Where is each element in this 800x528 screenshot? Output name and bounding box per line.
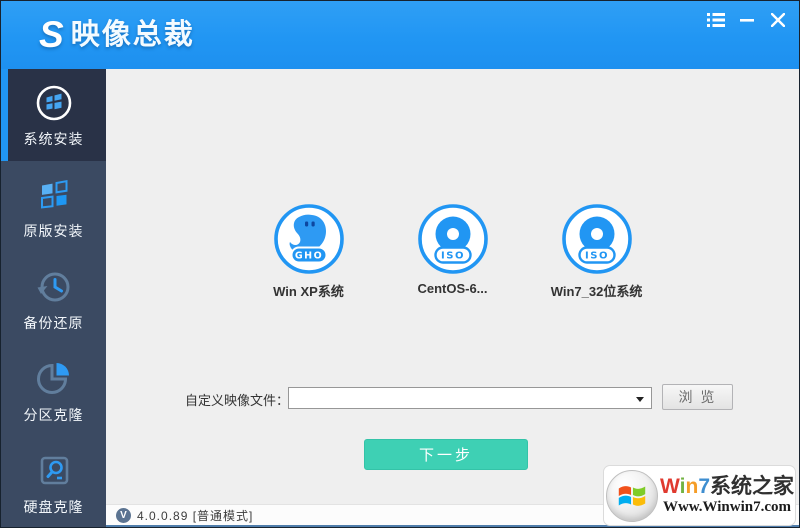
backup-restore-icon (34, 266, 74, 308)
watermark-letter: 7 (698, 475, 710, 498)
watermark-text-block: Win7系统之家 Www.Winwin7.com (660, 475, 794, 516)
winwin7-watermark: Win7系统之家 Www.Winwin7.com (603, 465, 796, 526)
sidebar-item-disk-clone[interactable]: 硬盘克隆 (1, 437, 106, 527)
sidebar-item-label: 系统安装 (23, 131, 84, 147)
disk-clone-icon (34, 450, 74, 492)
iso-badge: ISO (441, 251, 465, 262)
menu-icon[interactable] (705, 10, 727, 30)
sidebar-item-backup-restore[interactable]: 备份还原 (1, 253, 106, 345)
chevron-down-icon[interactable] (636, 397, 644, 402)
custom-image-label: 自定义映像文件： (185, 393, 290, 408)
sidebar-nav: 系统安装 原版安装 备份还原 分区克隆 硬盘克隆 (1, 69, 106, 527)
image-path-combobox[interactable] (288, 387, 652, 409)
title-bar[interactable]: S 映像总裁 (1, 1, 799, 69)
image-file-list: GHO Win XP系统 ISO CentOS-6... ISO Win7_32… (106, 202, 799, 300)
iso-file-icon: ISO (561, 204, 632, 274)
watermark-url: Www.Winwin7.com (662, 499, 792, 515)
version-badge-icon: V (116, 507, 131, 523)
version-text: 4.0.0.89 [普通模式] (137, 508, 254, 523)
partition-clone-icon (34, 358, 74, 400)
window-controls (705, 10, 789, 30)
app-window: S 映像总裁 系统安装 原版安装 备份还原 分区克隆 硬盘克隆 GHO Win … (0, 0, 800, 528)
file-label: Win7_32位系统 (550, 284, 643, 299)
file-item-gho[interactable]: GHO Win XP系统 (272, 202, 346, 300)
watermark-letter: W (660, 475, 680, 498)
watermark-site-name: Win7系统之家 (660, 475, 794, 498)
file-item-iso-centos[interactable]: ISO CentOS-6... (416, 202, 490, 300)
sidebar-item-system-install[interactable]: 系统安装 (1, 69, 106, 161)
iso-file-icon: ISO (417, 204, 488, 274)
file-label: Win XP系统 (273, 284, 344, 299)
sidebar-item-partition-clone[interactable]: 分区克隆 (1, 345, 106, 437)
sidebar-item-label: 分区克隆 (23, 407, 84, 423)
image-path-input[interactable] (291, 389, 631, 407)
logo-s-icon: S (39, 14, 64, 55)
sidebar-item-label: 原版安装 (23, 223, 84, 239)
minimize-icon[interactable] (736, 10, 758, 30)
app-logo: S 映像总裁 (39, 15, 195, 55)
file-label: CentOS-6... (417, 281, 488, 296)
gho-file-icon: GHO (273, 204, 344, 274)
main-content: GHO Win XP系统 ISO CentOS-6... ISO Win7_32… (106, 69, 799, 527)
next-step-button[interactable]: 下一步 (364, 439, 528, 470)
gho-badge: GHO (294, 251, 322, 262)
sidebar-item-label: 硬盘克隆 (23, 499, 84, 515)
windows-flag-icon (606, 469, 658, 522)
browse-button[interactable]: 浏 览 (662, 384, 733, 410)
watermark-letter: n (685, 475, 699, 498)
system-install-icon (34, 82, 74, 124)
iso-badge: ISO (585, 251, 609, 262)
sidebar-item-original-install[interactable]: 原版安装 (1, 161, 106, 253)
app-title: 映像总裁 (70, 19, 195, 51)
file-item-iso-win7[interactable]: ISO Win7_32位系统 (551, 202, 642, 300)
original-install-icon (34, 174, 74, 216)
watermark-suffix: 系统之家 (710, 475, 794, 498)
sidebar-item-label: 备份还原 (23, 315, 84, 331)
close-icon[interactable] (767, 10, 789, 30)
